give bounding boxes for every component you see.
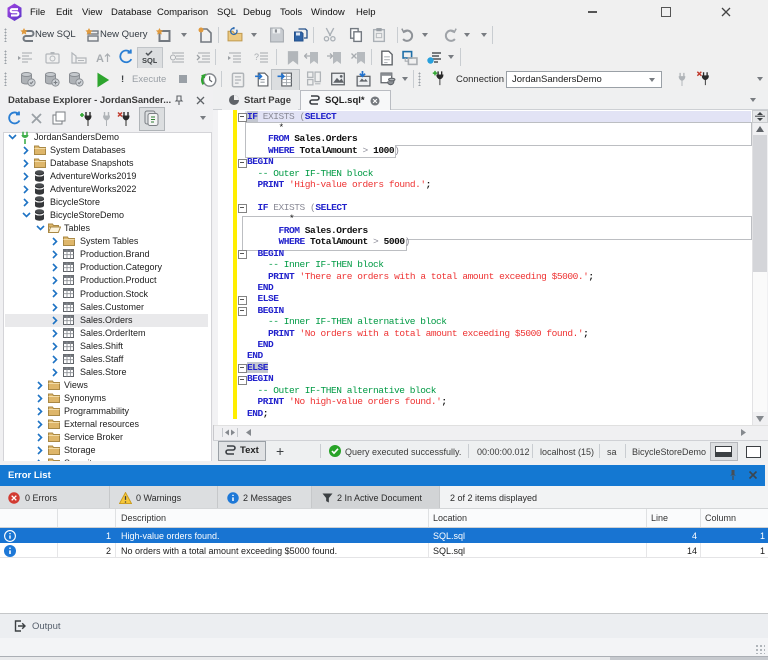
- svg-text:?: ?: [254, 52, 259, 62]
